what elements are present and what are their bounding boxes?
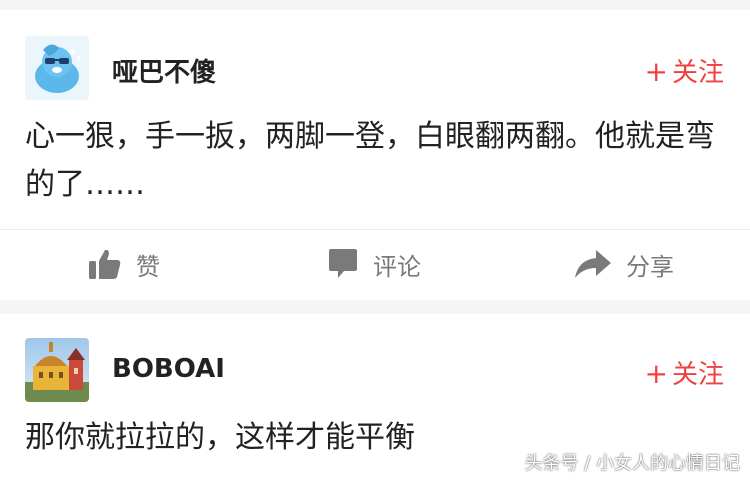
follow-button[interactable]: + 关注 [645, 52, 724, 89]
post-card: 哑巴不傻 + 关注 心一狠，手一扳，两脚一登，白眼翻两翻。他就是弯的了…… 赞 评… [0, 10, 750, 300]
comment-label: 评论 [373, 252, 421, 281]
follow-label: 关注 [671, 58, 724, 88]
like-button[interactable]: 赞 [88, 229, 160, 299]
username[interactable]: BOBOAI [112, 354, 225, 384]
blue-mascot-avatar-image [25, 36, 89, 100]
plus-icon: + [644, 55, 668, 88]
share-button[interactable]: 分享 [574, 229, 674, 299]
comment-button[interactable]: 评论 [327, 229, 421, 299]
avatar[interactable] [25, 36, 89, 100]
action-bar: 赞 评论 分享 [0, 229, 750, 299]
follow-label: 关注 [671, 360, 724, 390]
speech-bubble-icon [329, 249, 357, 278]
plus-icon: + [644, 357, 668, 390]
thumbs-up-icon [89, 249, 121, 279]
comment-text: 心一狠，手一扳，两脚一登，白眼翻两翻。他就是弯的了…… [25, 119, 715, 202]
share-label: 分享 [626, 252, 674, 281]
username[interactable]: 哑巴不傻 [112, 52, 216, 89]
share-arrow-icon [575, 250, 611, 278]
watermark: 头条号 / 小女人的心情日记 [524, 453, 740, 474]
like-label: 赞 [136, 252, 160, 281]
palace-photo-avatar-image [25, 338, 89, 402]
avatar[interactable] [25, 338, 89, 402]
follow-button[interactable]: + 关注 [645, 354, 724, 391]
